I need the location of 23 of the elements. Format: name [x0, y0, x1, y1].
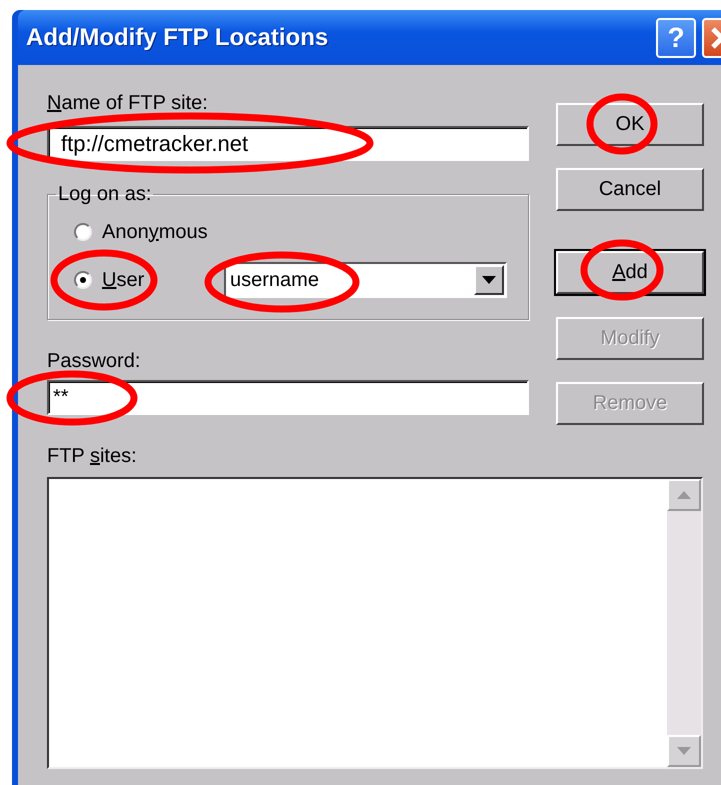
dropdown-button[interactable] [474, 265, 504, 295]
up-arrow-icon [677, 491, 691, 499]
password-label: Password: [47, 350, 142, 374]
dialog-button[interactable]: Cancel [556, 168, 704, 211]
scroll-up-button[interactable] [667, 479, 701, 511]
radio-button[interactable] [74, 271, 92, 289]
annotation-ellipse [586, 94, 658, 154]
radio-button[interactable] [74, 223, 92, 241]
down-arrow-icon [677, 747, 691, 755]
site-name-field[interactable]: ftp://cmetracker.net [47, 126, 529, 161]
radio-label: User [102, 268, 144, 292]
window-title: Add/Modify FTP Locations [26, 24, 330, 52]
group-legend: Log on as: [56, 183, 154, 206]
ftp-sites-label: FTP sites: [47, 445, 138, 469]
scroll-down-button[interactable] [667, 735, 701, 767]
combo-value: username [229, 268, 320, 292]
radio-label: Anonymous [102, 220, 208, 244]
radio-option[interactable]: Anonymous [74, 220, 224, 244]
radio-option[interactable]: User [74, 268, 224, 292]
user-combo-box[interactable]: username [224, 262, 507, 298]
caret-icon [482, 276, 496, 284]
site-name-label: Name of FTP site: [47, 92, 209, 116]
password-field[interactable]: ** [47, 380, 529, 415]
